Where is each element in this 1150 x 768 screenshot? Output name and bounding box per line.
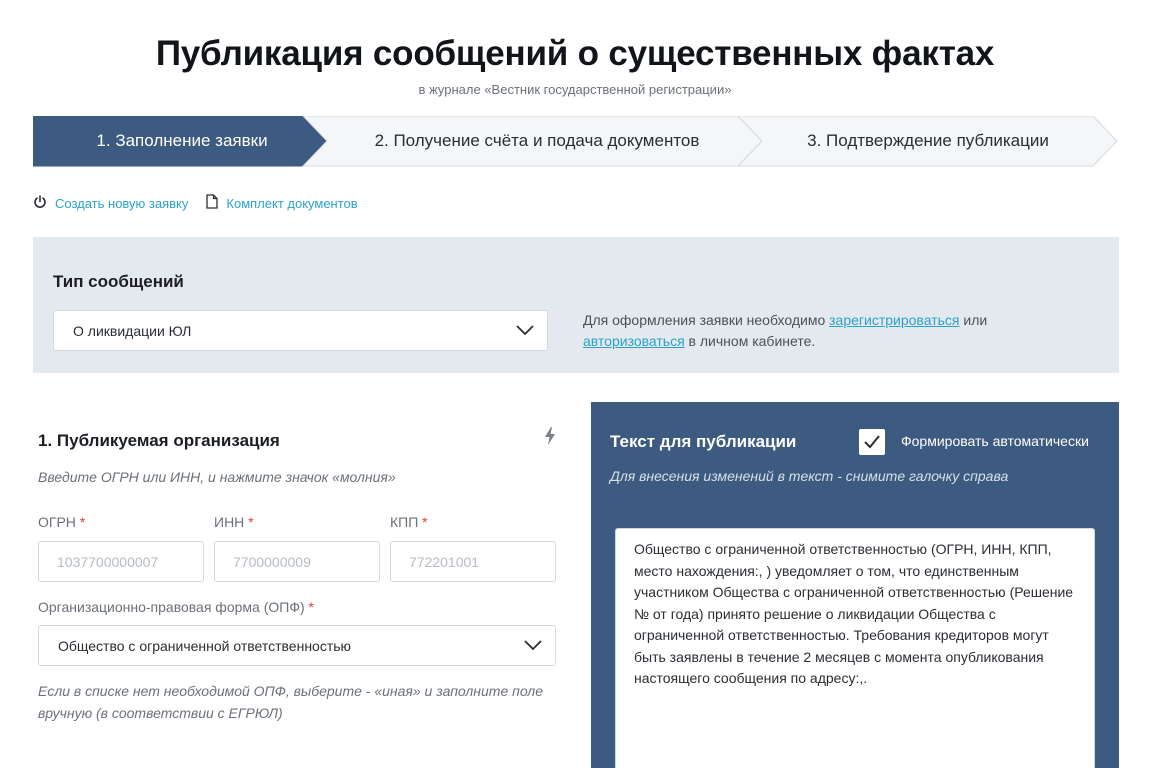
new-request-link[interactable]: Создать новую заявку [33, 194, 189, 212]
required-mark: * [79, 514, 86, 530]
required-mark: * [248, 514, 254, 530]
ogrn-label-text: ОГРН [38, 514, 76, 530]
page-title: Публикация сообщений о существенных факт… [155, 34, 995, 73]
ogrn-input[interactable] [38, 541, 204, 582]
registration-note: Для оформления заявки необходимо зарегис… [583, 310, 1023, 352]
step-confirm-publication[interactable]: 3. Подтверждение публикации [753, 116, 1103, 166]
ogrn-label: ОГРН * [38, 514, 85, 530]
required-mark: * [308, 599, 314, 615]
login-link[interactable]: авторизоваться [583, 333, 685, 349]
progress-steps: 1. Заполнение заявки 2. Получение счёта … [33, 116, 1119, 168]
inn-label-text: ИНН [214, 514, 245, 530]
opf-value: Общество с ограниченной ответственностью [58, 638, 352, 654]
lightning-icon[interactable] [544, 427, 556, 450]
publication-hint: Для внесения изменений в текст - снимите… [610, 468, 1009, 484]
message-type-value: О ликвидации ЮЛ [73, 323, 192, 339]
inn-label: ИНН * [214, 514, 254, 530]
message-type-select[interactable]: О ликвидации ЮЛ [53, 310, 548, 351]
page-subtitle: в журнале «Вестник государственной регис… [418, 82, 732, 97]
chevron-down-icon [515, 323, 535, 340]
publication-text[interactable]: Общество с ограниченной ответственностью… [615, 528, 1095, 768]
document-icon [206, 194, 219, 212]
auto-generate-label: Формировать автоматически [901, 433, 1089, 449]
organization-section-title: 1. Публикуемая организация [38, 431, 280, 450]
step-invoice-documents[interactable]: 2. Получение счёта и подача документов [331, 116, 743, 166]
checkmark-icon [864, 435, 880, 449]
opf-select[interactable]: Общество с ограниченной ответственностью [38, 625, 556, 666]
documents-link[interactable]: Комплект документов [206, 194, 358, 212]
opf-label-text: Организационно-правовая форма (ОПФ) [38, 599, 305, 615]
kpp-input[interactable] [390, 541, 556, 582]
kpp-label: КПП * [390, 514, 428, 530]
action-links: Создать новую заявку Комплект документов [33, 194, 376, 212]
message-type-label: Тип сообщений [53, 272, 184, 291]
kpp-label-text: КПП [390, 514, 419, 530]
auto-generate-checkbox[interactable] [859, 429, 885, 455]
opf-label: Организационно-правовая форма (ОПФ) * [38, 599, 314, 615]
step-fill-request[interactable]: 1. Заполнение заявки [33, 116, 331, 166]
note-text-1: Для оформления заявки необходимо [583, 312, 830, 328]
chevron-down-icon [523, 638, 543, 655]
inn-input[interactable] [214, 541, 380, 582]
note-text-3: в личном кабинете. [684, 333, 816, 349]
documents-label: Комплект документов [226, 195, 358, 211]
required-mark: * [422, 514, 428, 530]
power-icon [33, 194, 47, 212]
register-link[interactable]: зарегистрироваться [829, 312, 959, 328]
note-text-2: или [959, 312, 988, 328]
publication-title: Текст для публикации [610, 432, 797, 451]
opf-hint: Если в списке нет необходимой ОПФ, выбер… [38, 683, 543, 721]
new-request-label: Создать новую заявку [55, 195, 189, 211]
organization-hint: Введите ОГРН или ИНН, и нажмите значок «… [38, 469, 396, 485]
message-type-panel [33, 237, 1119, 373]
